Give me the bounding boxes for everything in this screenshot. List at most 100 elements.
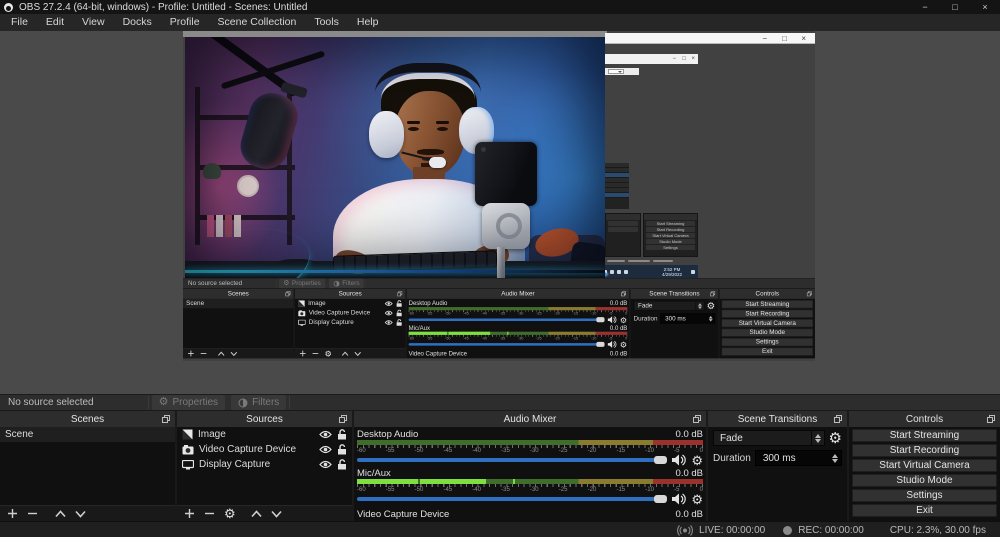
filters-icon xyxy=(333,280,339,286)
remove-scene-button[interactable] xyxy=(27,508,38,519)
sources-toolbar: ⚙ xyxy=(295,348,406,358)
volume-slider-handle xyxy=(597,317,605,322)
monitor-icon xyxy=(182,460,194,470)
remove-source-button[interactable] xyxy=(204,508,215,519)
ruler-tick-label: -55 xyxy=(386,487,395,493)
dock-float-icon[interactable] xyxy=(339,415,347,423)
volume-meter xyxy=(357,479,703,484)
docks-row: Scenes Scene xyxy=(0,411,1000,521)
volume-slider[interactable] xyxy=(357,458,667,462)
transition-select: Fade xyxy=(634,301,704,311)
monitor-icon xyxy=(298,319,306,325)
source-item-image[interactable]: Image xyxy=(177,427,352,442)
menu-profile[interactable]: Profile xyxy=(161,14,209,31)
controls-header[interactable]: Controls xyxy=(849,411,1000,427)
channel-gear-icon[interactable]: ⚙ xyxy=(691,454,703,467)
studio-mode-button[interactable]: Studio Mode xyxy=(852,474,997,487)
captured-toolbar-strip xyxy=(605,68,639,75)
source-up-button[interactable] xyxy=(251,510,262,518)
menu-file[interactable]: File xyxy=(2,14,37,31)
camera-icon xyxy=(182,445,194,455)
channel-db-value: 0.0 dB xyxy=(676,429,703,440)
menu-docks[interactable]: Docks xyxy=(114,14,161,31)
menu-edit[interactable]: Edit xyxy=(37,14,73,31)
visibility-eye-icon[interactable] xyxy=(319,445,332,454)
ruler-tick-label: -25 xyxy=(559,448,568,454)
exit-button[interactable]: Exit xyxy=(852,504,997,517)
speaker-icon[interactable] xyxy=(672,493,686,505)
scene-transitions-header[interactable]: Scene Transitions xyxy=(708,411,847,427)
menu-scene-collection[interactable]: Scene Collection xyxy=(209,14,306,31)
window-title: OBS 27.2.4 (64-bit, windows) - Profile: … xyxy=(19,2,307,13)
unlock-icon[interactable] xyxy=(337,429,347,440)
settings-button[interactable]: Settings xyxy=(852,489,997,502)
start-recording-button[interactable]: Start Recording xyxy=(852,444,997,457)
mixer-channel-mic-aux: Mic/Aux 0.0 dB -60-55-50-45-40-35-30-25-… xyxy=(354,466,706,505)
unlock-icon xyxy=(396,300,402,307)
broadcast-icon xyxy=(677,525,693,536)
mixer-channel-mic-aux: Mic/Aux 0.0 dB -60-55-50-45-40-35-30-25-… xyxy=(407,324,629,349)
dock-area: No source selected ⚙ Properties Filters … xyxy=(0,394,1000,521)
volume-slider-handle[interactable] xyxy=(654,456,667,464)
scene-transitions-body: Fade ⚙ Duration 300 ms xyxy=(630,299,718,358)
duration-spinbox[interactable]: 300 ms xyxy=(755,450,842,466)
transition-gear-icon[interactable]: ⚙ xyxy=(829,432,842,445)
volume-slider[interactable] xyxy=(357,497,667,501)
scenes-header[interactable]: Scenes xyxy=(0,411,175,427)
start-virtual-camera-button[interactable]: Start Virtual Camera xyxy=(852,459,997,472)
visibility-eye-icon[interactable] xyxy=(319,460,332,469)
start-virtual-camera-button: Start Virtual Camera xyxy=(721,319,813,327)
visibility-eye-icon[interactable] xyxy=(319,430,332,439)
duration-spinner[interactable] xyxy=(828,451,841,465)
scene-up-button[interactable] xyxy=(55,510,66,518)
source-properties-gear-icon[interactable]: ⚙ xyxy=(224,507,236,520)
dock-float-icon[interactable] xyxy=(987,415,995,423)
duration-label: Duration xyxy=(713,453,751,464)
dock-float-icon[interactable] xyxy=(162,415,170,423)
channel-db-value: 0.0 dB xyxy=(610,324,627,331)
transition-select-spinner[interactable] xyxy=(811,431,824,445)
scene-list-item[interactable]: Scene xyxy=(0,427,175,442)
image-source-streamer-photo[interactable] xyxy=(185,37,605,278)
preview-canvas[interactable]: − □ × − □ × xyxy=(183,31,815,361)
audio-mixer-body: Desktop Audio 0.0 dB -60-55-50-45-40-35-… xyxy=(354,427,706,521)
speaker-icon[interactable] xyxy=(672,454,686,466)
channel-gear-icon: ⚙ xyxy=(620,316,627,324)
scene-down-button[interactable] xyxy=(75,510,86,518)
source-item-video-capture[interactable]: Video Capture Device xyxy=(177,442,352,457)
audio-mixer-header[interactable]: Audio Mixer xyxy=(354,411,706,427)
obs-main-window: OBS 27.2.4 (64-bit, windows) - Profile: … xyxy=(0,0,1000,537)
start-streaming-button[interactable]: Start Streaming xyxy=(852,429,997,442)
source-item-display-capture[interactable]: Display Capture xyxy=(177,457,352,472)
live-status: LIVE: 00:00:00 xyxy=(677,525,765,536)
dock-float-icon[interactable] xyxy=(693,415,701,423)
duration-spinner xyxy=(706,314,714,323)
menu-tools[interactable]: Tools xyxy=(305,14,348,31)
menu-view[interactable]: View xyxy=(73,14,114,31)
add-source-button[interactable] xyxy=(184,508,195,519)
maximize-button[interactable]: □ xyxy=(940,0,970,14)
unlock-icon[interactable] xyxy=(337,459,347,470)
sources-list: Image Video Capture Device Display Captu… xyxy=(177,427,352,505)
captured-minimize-icon: − xyxy=(672,54,676,64)
docks-row: Scenes Scene xyxy=(183,289,815,359)
minimize-button[interactable]: − xyxy=(910,0,940,14)
filters-button[interactable]: Filters xyxy=(231,395,286,410)
source-down-button[interactable] xyxy=(271,510,282,518)
ruler-tick-label: -45 xyxy=(463,337,468,341)
tray-icon xyxy=(624,270,628,274)
unlock-icon[interactable] xyxy=(337,444,347,455)
properties-button[interactable]: ⚙ Properties xyxy=(152,395,225,410)
ruler-tick-label: -20 xyxy=(588,487,597,493)
transition-select[interactable]: Fade xyxy=(713,430,825,446)
sources-header[interactable]: Sources xyxy=(177,411,352,427)
menu-help[interactable]: Help xyxy=(348,14,388,31)
toolbar-separator xyxy=(289,396,290,409)
add-scene-button[interactable] xyxy=(7,508,18,519)
volume-slider-handle[interactable] xyxy=(654,495,667,503)
dock-float-icon[interactable] xyxy=(834,415,842,423)
channel-gear-icon[interactable]: ⚙ xyxy=(691,493,703,506)
volume-meter xyxy=(409,332,628,335)
captured-obs-docks-scaled: No source selected ⚙ Properties Filters … xyxy=(183,278,815,358)
close-button[interactable]: × xyxy=(970,0,1000,14)
